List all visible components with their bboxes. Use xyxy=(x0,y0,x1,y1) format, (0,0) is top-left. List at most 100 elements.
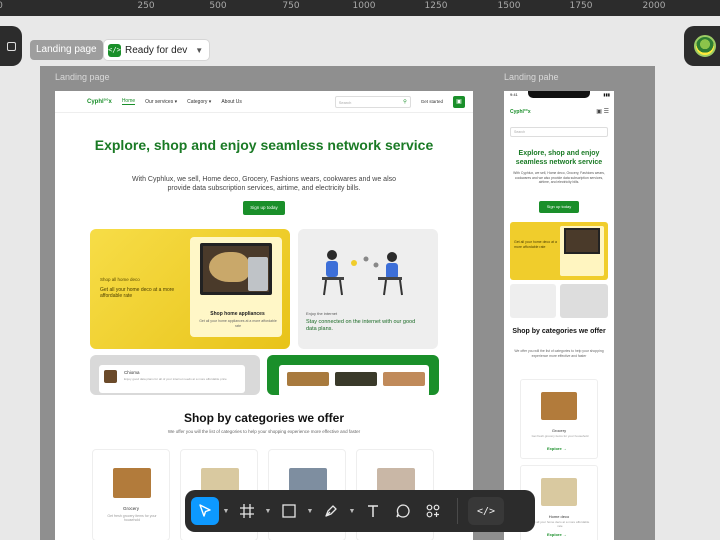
promo-card-subtitle: Get all your home appliances at a more a… xyxy=(199,319,277,328)
product-thumb xyxy=(335,372,377,386)
ruler-label: 0 xyxy=(0,1,3,11)
cart-icon[interactable]: ▣ xyxy=(453,95,465,108)
people-illustration xyxy=(322,250,403,296)
ruler-label: 1750 xyxy=(569,1,593,11)
categories-subtitle: We offer you will the list of categories… xyxy=(167,429,361,434)
chevron-down-icon[interactable]: ▼ xyxy=(221,508,231,515)
mobile-frame[interactable]: 9:41 ▮▮▮ Cyphl°°x ▣ ☰ Search Explore, sh… xyxy=(504,91,614,540)
status-time: 9:41 xyxy=(510,92,518,97)
category-name: Grocery xyxy=(551,428,567,433)
get-started-link[interactable]: Get started xyxy=(421,99,443,104)
category-image xyxy=(113,468,151,498)
ruler-label: 1500 xyxy=(497,1,521,11)
promo-card-title: Shop home appliances xyxy=(210,311,265,317)
mobile-category-card[interactable]: Grocery Get fresh grocery items for your… xyxy=(520,379,598,459)
nav-category[interactable]: Category ▾ xyxy=(187,99,211,105)
mobile-promo-text: Get all your home deco at a more afforda… xyxy=(514,240,557,249)
site-logo: Cyphl°°x xyxy=(87,98,112,105)
chevron-down-icon[interactable]: ▼ xyxy=(305,508,315,515)
design-toolbar: ▼ ▼ ▼ ▼ </> xyxy=(185,490,535,532)
pen-tool[interactable] xyxy=(317,497,345,525)
search-icon: ⚲ xyxy=(403,98,407,105)
category-desc: Get fresh grocery items for your househo… xyxy=(531,434,589,438)
menu-icon[interactable]: ▣ ☰ xyxy=(596,108,609,115)
mobile-search-input[interactable]: Search xyxy=(510,127,608,137)
site-nav: Cyphl°°x Home Our services ▾ Category ▾ … xyxy=(55,91,473,113)
frame-icon xyxy=(240,504,254,518)
ruler-label: 250 xyxy=(137,1,155,11)
categories-title: Shop by categories we offer xyxy=(183,411,345,425)
frame-label-mobile[interactable]: Landing pahe xyxy=(504,72,559,82)
page-name-chip[interactable]: Landing page xyxy=(30,40,103,60)
testimonial-card: Chioma Enjoy good data plans for all of … xyxy=(90,355,260,395)
toolbar-divider xyxy=(457,498,458,524)
mobile-hero-subtitle: With Cyphlux, we sell, Home deco, Grocer… xyxy=(513,171,605,184)
site-logo: Cyphl°°x xyxy=(510,109,531,115)
category-card[interactable]: Grocery Get fresh grocery items for your… xyxy=(92,449,170,540)
site-search-input[interactable]: Search ⚲ xyxy=(334,95,411,108)
rectangle-icon xyxy=(282,504,296,518)
category-image xyxy=(541,478,577,506)
text-icon xyxy=(368,505,378,517)
explore-link[interactable]: Explore → xyxy=(547,532,567,537)
code-icon: </> xyxy=(108,43,121,57)
status-dropdown[interactable]: </> Ready for dev ▼ xyxy=(104,40,210,60)
hero-title: Explore, shop and enjoy seamless network… xyxy=(94,137,434,153)
chevron-down-icon: ▼ xyxy=(195,45,204,55)
nav-about[interactable]: About Us xyxy=(221,99,242,105)
nav-category-label: Category xyxy=(187,98,208,105)
promo-home-deco: Shop all home deco Get all your home dec… xyxy=(90,229,290,349)
category-desc: Get all your home deco at a more afforda… xyxy=(530,520,590,528)
move-icon xyxy=(199,504,211,517)
mobile-categories-title: Shop by categories we offer xyxy=(512,328,606,335)
actions-tool[interactable] xyxy=(419,497,447,525)
desktop-frame[interactable]: Cyphl°°x Home Our services ▾ Category ▾ … xyxy=(55,91,473,540)
fridge-image xyxy=(248,257,268,291)
chevron-down-icon[interactable]: ▼ xyxy=(347,508,357,515)
horizontal-ruler: 0 250 500 750 1000 1250 1500 1750 2000 xyxy=(0,0,720,16)
phone-notch xyxy=(528,91,590,98)
product-thumb xyxy=(383,372,425,386)
category-desc: Get fresh grocery items for your househo… xyxy=(107,514,157,522)
category-image xyxy=(541,392,577,420)
promo-tag: Enjoy the internet xyxy=(306,311,338,316)
product-strip xyxy=(267,355,439,395)
nav-home[interactable]: Home xyxy=(121,98,136,105)
explore-label: Explore xyxy=(547,532,562,537)
explore-label: Explore xyxy=(547,446,562,451)
mobile-promo-strip xyxy=(560,284,608,318)
mobile-promo-internet xyxy=(510,284,556,318)
frame-label-desktop[interactable]: Landing page xyxy=(55,72,110,82)
signup-button[interactable]: Sign up today xyxy=(243,201,285,215)
avatar[interactable] xyxy=(694,35,716,57)
nav-services-label: Our services xyxy=(145,98,174,105)
chevron-down-icon[interactable]: ▼ xyxy=(263,508,273,515)
pen-icon xyxy=(325,505,337,517)
mobile-signup-button[interactable]: Sign up today xyxy=(539,201,579,213)
nav-services[interactable]: Our services ▾ xyxy=(145,99,177,105)
actions-icon xyxy=(426,504,440,518)
status-label: Ready for dev xyxy=(125,44,188,56)
dev-mode-toggle[interactable]: </> xyxy=(468,497,504,525)
layers-panel-toggle[interactable] xyxy=(0,26,22,66)
ruler-label: 1000 xyxy=(352,1,376,11)
explore-link[interactable]: Explore → xyxy=(547,446,567,451)
panel-icon xyxy=(6,41,16,51)
rectangle-tool[interactable] xyxy=(275,497,303,525)
move-tool[interactable] xyxy=(191,497,219,525)
text-tool[interactable] xyxy=(359,497,387,525)
frame-tool[interactable] xyxy=(233,497,261,525)
testimonial-name: Chioma xyxy=(124,370,140,375)
ruler-label: 1250 xyxy=(424,1,448,11)
product-thumb xyxy=(287,372,329,386)
category-name: Grocery xyxy=(122,506,139,511)
comment-tool[interactable] xyxy=(389,497,417,525)
testimonial-avatar xyxy=(104,370,117,383)
testimonial-text: Enjoy good data plans for all of your in… xyxy=(124,377,227,381)
promo-text: Get all your home deco at a more afforda… xyxy=(100,287,175,299)
mobile-categories-subtitle: We offer you will the list of categories… xyxy=(514,349,604,358)
user-menu[interactable] xyxy=(684,26,720,66)
promo-internet: Enjoy the internet Stay connected on the… xyxy=(298,229,438,349)
mobile-promo-home-deco: Get all your home deco at a more afforda… xyxy=(510,222,608,280)
ruler-label: 2000 xyxy=(642,1,666,11)
